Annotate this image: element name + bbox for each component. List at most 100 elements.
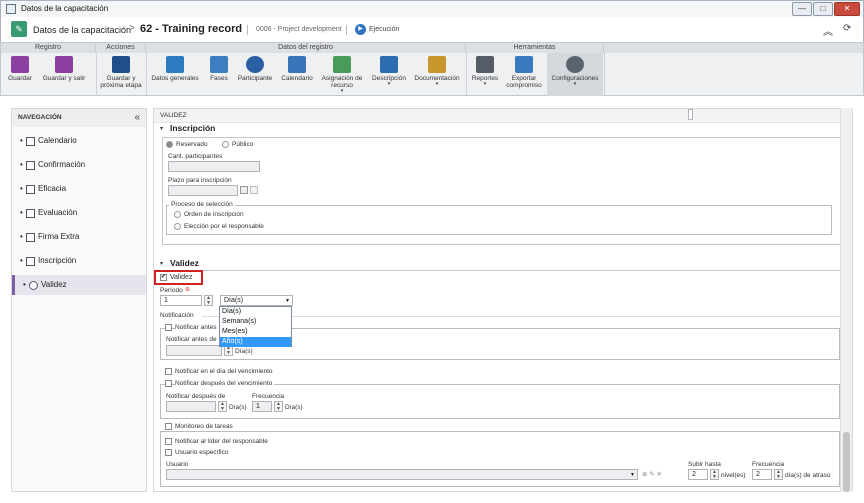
monitoreo-frecuencia-input[interactable]: 2 xyxy=(752,469,772,480)
radio-orden-inscripcion[interactable] xyxy=(174,211,181,218)
subir-hasta-value[interactable]: 2 xyxy=(688,469,708,480)
notificar-lider-label: Notificar al líder del responsable xyxy=(175,438,268,445)
monitoreo-tareas-label: Monitoreo de tareas xyxy=(175,423,235,430)
calendar-button[interactable]: Calendario xyxy=(279,53,315,96)
dropdown-option-semanas[interactable]: Semana(s) xyxy=(220,317,291,327)
dropdown-option-anos[interactable]: Año(s) xyxy=(220,337,291,347)
sidebar-item-confirmacion[interactable]: • Confirmación xyxy=(12,155,146,175)
close-button[interactable]: ✕ xyxy=(834,2,860,16)
periodo-unit-select[interactable]: Día(s) ▾ xyxy=(220,295,293,306)
main-scrollbar[interactable] xyxy=(840,108,852,492)
usuario-select[interactable]: ▾ xyxy=(166,469,638,480)
radio-reservado-label: Reservado xyxy=(176,141,208,148)
phases-icon xyxy=(210,56,228,73)
subir-hasta-spinner[interactable]: ▲ ▼ xyxy=(710,469,719,480)
frecuencia-spinner[interactable]: ▲ ▼ xyxy=(274,401,283,412)
settings-button[interactable]: Configuraciones ▾ xyxy=(547,53,603,96)
save-and-exit-button[interactable]: Guardar y salir xyxy=(38,53,90,96)
save-next-stage-button[interactable]: Guardar y próxima etapa xyxy=(97,53,145,96)
periodo-spinner[interactable]: ▲ ▼ xyxy=(204,295,213,306)
notificacion-title: Notificación xyxy=(160,312,194,319)
notificar-dia-vencimiento-checkbox[interactable] xyxy=(165,368,172,375)
group-datos-registro: Datos del registro xyxy=(146,43,466,53)
monitoreo-frecuencia-spinner[interactable]: ▲ ▼ xyxy=(774,469,783,480)
collapse-panel-icon[interactable]: « xyxy=(134,112,140,123)
notificar-despues-spinner[interactable]: ▲ ▼ xyxy=(218,401,227,412)
subir-hasta-input[interactable] xyxy=(688,109,693,120)
description-icon xyxy=(380,56,398,73)
periodo-input[interactable]: 1 xyxy=(160,295,202,306)
sidebar-item-calendario[interactable]: • Calendario xyxy=(12,131,146,151)
status-label: Ejecución xyxy=(369,26,400,33)
navigation-title: NAVEGACIÓN xyxy=(12,109,146,127)
chevron-down-icon[interactable]: ▾ xyxy=(160,260,163,267)
resource-icon xyxy=(333,56,351,73)
phases-button[interactable]: Fases xyxy=(205,53,233,96)
calendar-picker-icon[interactable] xyxy=(240,186,248,194)
chevron-down-icon: ▾ xyxy=(285,298,289,304)
documentation-button[interactable]: Documentación ▾ xyxy=(411,53,463,96)
clear-icon[interactable] xyxy=(250,186,258,194)
chevron-down-icon[interactable]: ▾ xyxy=(160,125,163,132)
export-commitment-button[interactable]: Exportar compromiso xyxy=(503,53,545,96)
sidebar-item-validez[interactable]: • Validez xyxy=(12,275,146,295)
evaluation-icon xyxy=(26,209,35,218)
record-title: 62 - Training record xyxy=(140,23,243,35)
printer-icon xyxy=(476,56,494,73)
notificar-antes-checkbox[interactable] xyxy=(165,324,172,331)
proceso-seleccion-legend: Proceso de selección xyxy=(169,201,235,208)
chevron-down-icon: ▾ xyxy=(573,81,577,87)
sidebar-item-eficacia[interactable]: • Eficacia xyxy=(12,179,146,199)
frecuencia-input[interactable]: 1 xyxy=(252,401,272,412)
window-title: Datos de la capacitación xyxy=(21,4,109,13)
radio-eleccion-responsable[interactable] xyxy=(174,223,181,230)
usuario-especifico-checkbox[interactable] xyxy=(165,449,172,456)
notificar-lider-checkbox[interactable] xyxy=(165,438,172,445)
dropdown-option-meses[interactable]: Mes(es) xyxy=(220,327,291,337)
spin-down-icon[interactable]: ▼ xyxy=(205,301,212,306)
section-validez-title: Validez xyxy=(170,258,199,268)
group-registro: Registro xyxy=(1,43,96,53)
calendar-icon xyxy=(26,137,35,146)
refresh-icon[interactable]: ⟳ xyxy=(843,23,851,34)
sidebar-item-inscripcion[interactable]: • Inscripción xyxy=(12,251,146,271)
scrollbar-thumb[interactable] xyxy=(843,432,850,492)
radio-reservado[interactable] xyxy=(166,141,173,148)
dropdown-option-dias[interactable]: Día(s) xyxy=(220,307,291,317)
required-icon: ⊛ xyxy=(185,287,191,293)
floppy-icon xyxy=(11,56,29,73)
description-button[interactable]: Descripción ▾ xyxy=(369,53,409,96)
monitoreo-tareas-checkbox[interactable] xyxy=(165,423,172,430)
orden-inscripcion-label: Orden de inscripción xyxy=(184,211,244,218)
training-app-icon: ✎ xyxy=(11,21,27,37)
monitoreo-frecuencia-unit: día(s) de atraso xyxy=(785,472,831,479)
people-icon xyxy=(246,56,264,73)
breadcrumb-module[interactable]: Datos de la capacitación xyxy=(33,25,131,35)
collapse-header-icon[interactable]: ︽ xyxy=(823,23,833,38)
participant-button[interactable]: Participante xyxy=(235,53,275,96)
notificar-despues-input[interactable] xyxy=(166,401,216,412)
sidebar-item-evaluacion[interactable]: • Evaluación xyxy=(12,203,146,223)
cant-participantes-input[interactable] xyxy=(168,161,260,172)
resource-assignment-button[interactable]: Asignación de recurso ▾ xyxy=(317,53,367,96)
plazo-inscripcion-input[interactable] xyxy=(168,185,238,196)
frecuencia-unit: Día(s) xyxy=(285,404,303,411)
notificar-antes-unit: Día(s) xyxy=(235,348,253,355)
floppy-exit-icon xyxy=(55,56,73,73)
periodo-unit-dropdown-list[interactable]: Día(s) Semana(s) Mes(es) Año(s) xyxy=(219,306,292,347)
divider xyxy=(346,25,347,35)
clock-icon xyxy=(29,281,38,290)
sidebar-item-firma-extra[interactable]: • Firma Extra xyxy=(12,227,146,247)
notificar-antes-input[interactable] xyxy=(166,345,222,356)
notificar-despues-checkbox[interactable] xyxy=(165,380,172,387)
reports-button[interactable]: Reportes ▾ xyxy=(469,53,501,96)
navigation-panel: NAVEGACIÓN « • Calendario • Confirmación… xyxy=(11,108,147,492)
radio-publico[interactable] xyxy=(222,141,229,148)
minimize-button[interactable]: — xyxy=(792,2,812,16)
eleccion-responsable-label: Elección por el responsable xyxy=(184,223,264,230)
save-button[interactable]: Guardar xyxy=(4,53,36,96)
cant-participantes-label: Cant. participantes xyxy=(168,153,223,160)
usuario-actions-icon[interactable]: ⊕ ✎ ✕ xyxy=(642,470,662,478)
maximize-button[interactable]: □ xyxy=(813,2,833,16)
general-data-button[interactable]: Datos generales xyxy=(149,53,201,96)
